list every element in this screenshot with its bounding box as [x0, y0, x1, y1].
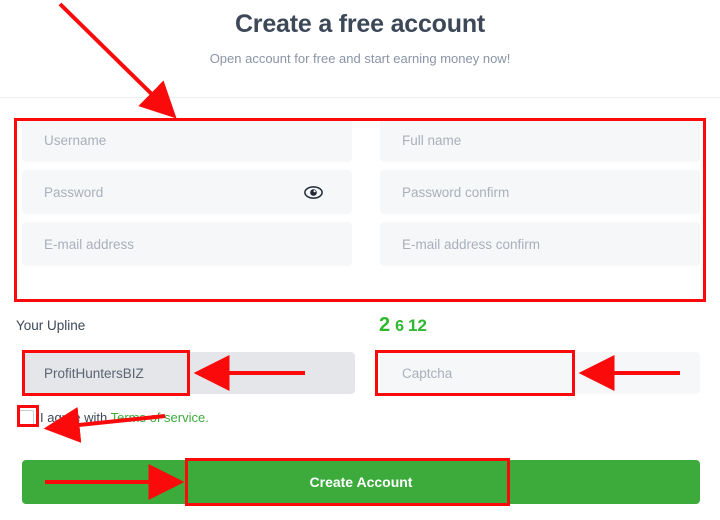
terms-of-service-link[interactable]: Terms of service. — [111, 410, 209, 425]
form-row-3 — [0, 222, 720, 274]
create-account-button[interactable]: Create Account — [22, 460, 700, 504]
registration-form — [0, 118, 720, 274]
captcha-digit-2: 6 — [395, 318, 405, 335]
terms-text: I agree with Terms of service. — [40, 410, 209, 425]
signup-page: Create a free account Open account for f… — [0, 0, 720, 520]
password-visibility-toggle[interactable] — [300, 180, 326, 204]
eye-icon — [303, 185, 323, 199]
captcha-challenge-image: 2 6 12 — [379, 315, 427, 335]
captcha-digit-1: 2 — [379, 314, 391, 336]
page-subtitle: Open account for free and start earning … — [209, 51, 511, 66]
form-row-1 — [0, 118, 720, 170]
terms-checkbox[interactable] — [19, 409, 34, 425]
email-confirm-input[interactable] — [380, 222, 700, 266]
terms-row: I agree with Terms of service. — [19, 407, 209, 427]
captcha-digit-3: 12 — [408, 316, 427, 335]
page-title: Create a free account — [234, 10, 486, 38]
upline-input[interactable] — [22, 352, 355, 394]
password-confirm-input[interactable] — [380, 170, 700, 214]
upline-label: Your Upline — [16, 318, 86, 333]
email-input[interactable] — [22, 222, 352, 266]
username-input[interactable] — [22, 118, 352, 162]
form-row-2 — [0, 170, 720, 222]
page-header: Create a free account Open account for f… — [0, 0, 720, 98]
full-name-input[interactable] — [380, 118, 700, 162]
terms-prefix: I agree with — [40, 409, 111, 425]
captcha-input[interactable] — [380, 352, 700, 394]
